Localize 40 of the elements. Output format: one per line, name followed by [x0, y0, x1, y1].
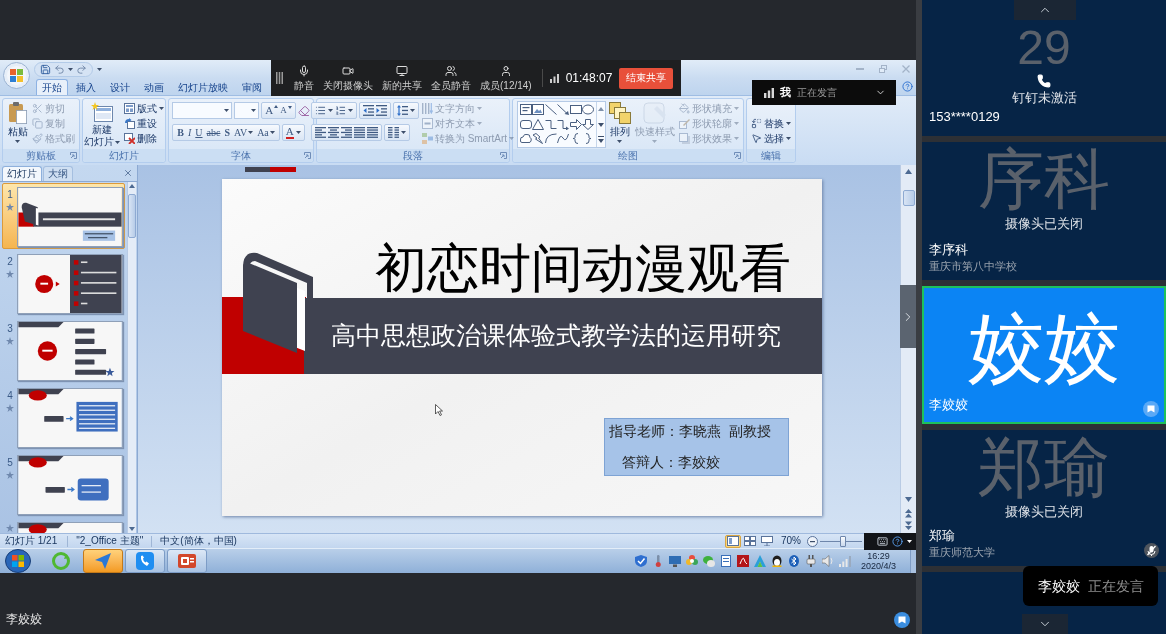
advisor-text: 指导老师：李晓燕 副教授 — [608, 423, 772, 439]
meeting-timer: 01:48:07 — [565, 71, 613, 85]
speaking-status: 正在发言 — [1087, 578, 1144, 594]
participant-name: 153****0129 — [929, 109, 1000, 124]
camera-status: 摄像头已关闭 — [1005, 216, 1083, 231]
avatar-text: 郑瑜 — [978, 434, 1110, 500]
language-status: 中文(简体，中国) — [159, 535, 238, 547]
slide-position: 幻灯片 1/21 — [4, 535, 59, 547]
participant-organization: 重庆师范大学 — [929, 546, 995, 559]
presenter-name: 李姣姣 — [6, 612, 42, 626]
slide-number: 3 — [7, 323, 13, 334]
speaker-name: 我 — [780, 86, 791, 99]
group-label: 字体 — [231, 149, 251, 162]
zoom-percent: 70% — [781, 535, 801, 547]
camera-status: 钉钉未激活 — [1011, 90, 1077, 105]
group-label: 幻灯片 — [109, 149, 139, 162]
group-label: 段落 — [403, 149, 423, 162]
group-label: 编辑 — [761, 149, 781, 162]
slide-number: 1 — [7, 189, 13, 200]
speaking-status: 正在发言 — [797, 86, 837, 99]
clock-time: 16:29 — [867, 551, 890, 561]
speaker-name: 李姣姣 — [1037, 578, 1080, 594]
slide-title: 初恋时间动漫观看 — [375, 240, 791, 296]
slide-subtitle: 高中思想政治课体验式教学法的运用研究 — [331, 322, 781, 350]
slide-number: 5 — [7, 457, 13, 468]
avatar-text: 姣姣 — [968, 310, 1120, 386]
participant-name: 李序科 — [929, 242, 969, 257]
defender-text: 答辩人：李姣姣 — [621, 454, 721, 470]
group-label: 绘图 — [618, 149, 638, 162]
avatar-text: 序科 — [978, 146, 1110, 212]
participant-organization: 重庆市第八中学校 — [929, 260, 1017, 273]
theme-name: "2_Office 主题" — [75, 535, 145, 547]
slide-number: 4 — [7, 390, 13, 401]
group-label: 剪贴板 — [26, 149, 56, 162]
clock-date: 2020/4/3 — [860, 561, 896, 571]
participant-name: 李姣姣 — [929, 397, 968, 412]
participant-name: 郑瑜 — [929, 528, 956, 543]
avatar-text: 29 — [1017, 24, 1071, 72]
camera-status: 摄像头已关闭 — [1005, 504, 1083, 519]
slide-number: 2 — [7, 256, 13, 267]
